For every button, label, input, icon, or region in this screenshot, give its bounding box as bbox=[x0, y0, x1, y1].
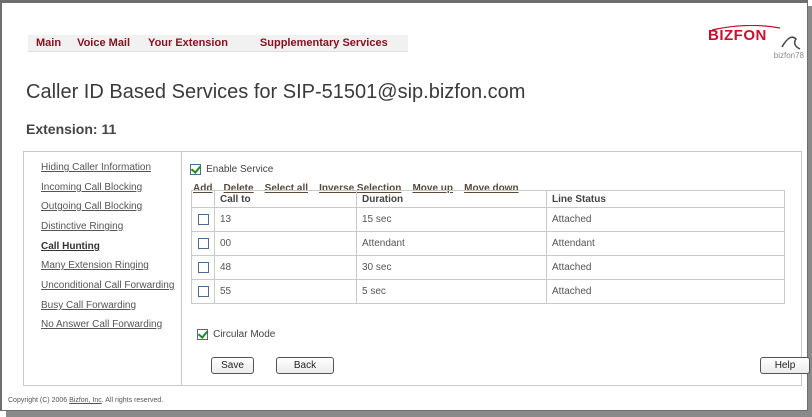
table-row: 00 Attendant Attendant bbox=[191, 231, 785, 256]
call-to-cell: 13 bbox=[214, 207, 357, 232]
table-header-row: Call to Duration Line Status bbox=[191, 190, 785, 208]
bizfon-logo: BIZFON bizfon78 bbox=[708, 25, 804, 65]
tab-supplementary-services[interactable]: Supplementary Services bbox=[242, 35, 408, 51]
call-to-cell: 48 bbox=[214, 255, 357, 280]
duration-cell: Attendant bbox=[356, 231, 547, 256]
enable-service-label: Enable Service bbox=[206, 164, 274, 175]
save-button[interactable]: Save bbox=[211, 357, 254, 374]
sidebar: Hiding Caller Information Incoming Call … bbox=[24, 152, 182, 385]
sidebar-item-distinctive-ringing[interactable]: Distinctive Ringing bbox=[41, 221, 123, 232]
help-button[interactable]: Help bbox=[760, 357, 810, 374]
sidebar-item-hiding-caller-information[interactable]: Hiding Caller Information bbox=[41, 162, 151, 173]
sidebar-item-outgoing-call-blocking[interactable]: Outgoing Call Blocking bbox=[41, 201, 142, 212]
duration-cell: 15 sec bbox=[356, 207, 547, 232]
row-select-cell bbox=[191, 279, 215, 304]
duration-cell: 5 sec bbox=[356, 279, 547, 304]
circular-mode-label: Circular Mode bbox=[213, 329, 276, 340]
select-column-header bbox=[191, 190, 215, 208]
sidebar-item-call-hunting[interactable]: Call Hunting bbox=[41, 241, 100, 252]
circular-mode-row: Circular Mode bbox=[197, 324, 275, 343]
logo-brand-text: BIZFON bbox=[708, 27, 767, 44]
call-to-cell: 00 bbox=[214, 231, 357, 256]
window-shadow-right bbox=[808, 6, 812, 417]
sidebar-item-incoming-call-blocking[interactable]: Incoming Call Blocking bbox=[41, 182, 142, 193]
page-title: Caller ID Based Services for SIP-51501@s… bbox=[26, 81, 526, 103]
footer-copyright: Copyright (C) 2006 Bizfon, Inc. All righ… bbox=[8, 397, 163, 404]
row-checkbox[interactable] bbox=[197, 261, 209, 273]
table-row: 13 15 sec Attached bbox=[191, 207, 785, 232]
row-select-cell bbox=[191, 255, 215, 280]
row-checkbox[interactable] bbox=[197, 285, 209, 297]
line-status-cell: Attached bbox=[546, 207, 785, 232]
table-row: 48 30 sec Attached bbox=[191, 255, 785, 280]
top-nav: Main Voice Mail Your Extension Supplemen… bbox=[28, 35, 408, 52]
column-header-call-to: Call to bbox=[214, 190, 357, 208]
table-row: 55 5 sec Attached bbox=[191, 279, 785, 304]
line-status-cell: Attached bbox=[546, 255, 785, 280]
row-checkbox[interactable] bbox=[197, 237, 209, 249]
sidebar-item-many-extension-ringing[interactable]: Many Extension Ringing bbox=[41, 260, 149, 271]
content-area: Enable Service Add Delete Select all Inv… bbox=[184, 152, 810, 385]
window-frame: Main Voice Mail Your Extension Supplemen… bbox=[0, 0, 812, 417]
call-hunting-table: Call to Duration Line Status 13 15 sec A… bbox=[191, 190, 785, 304]
logo-subtitle: bizfon78 bbox=[773, 51, 804, 60]
extension-heading: Extension: 11 bbox=[26, 121, 117, 137]
row-select-cell bbox=[191, 207, 215, 232]
call-to-cell: 55 bbox=[214, 279, 357, 304]
column-header-line-status: Line Status bbox=[546, 190, 785, 208]
duration-cell: 30 sec bbox=[356, 255, 547, 280]
circular-mode-checkbox[interactable] bbox=[197, 329, 208, 340]
back-button[interactable]: Back bbox=[276, 357, 334, 374]
enable-service-checkbox[interactable] bbox=[190, 164, 201, 175]
row-select-cell bbox=[191, 231, 215, 256]
sidebar-item-busy-call-forwarding[interactable]: Busy Call Forwarding bbox=[41, 300, 136, 311]
line-status-cell: Attendant bbox=[546, 231, 785, 256]
footer-bizfon-link[interactable]: Bizfon, Inc bbox=[69, 397, 102, 404]
row-checkbox[interactable] bbox=[197, 213, 209, 225]
browser-window: Main Voice Mail Your Extension Supplemen… bbox=[0, 0, 810, 411]
footer-suffix: . All rights reserved. bbox=[101, 397, 164, 404]
tab-voice-mail[interactable]: Voice Mail bbox=[69, 35, 138, 51]
tab-your-extension[interactable]: Your Extension bbox=[138, 35, 242, 51]
footer-prefix: Copyright (C) 2006 bbox=[8, 397, 70, 404]
window-shadow-bottom bbox=[6, 411, 812, 417]
column-header-duration: Duration bbox=[356, 190, 547, 208]
line-status-cell: Attached bbox=[546, 279, 785, 304]
sidebar-item-unconditional-call-forwarding[interactable]: Unconditional Call Forwarding bbox=[41, 280, 174, 291]
sidebar-item-no-answer-call-forwarding[interactable]: No Answer Call Forwarding bbox=[41, 319, 162, 330]
tab-main[interactable]: Main bbox=[28, 35, 69, 51]
main-panel: Hiding Caller Information Incoming Call … bbox=[23, 151, 810, 386]
